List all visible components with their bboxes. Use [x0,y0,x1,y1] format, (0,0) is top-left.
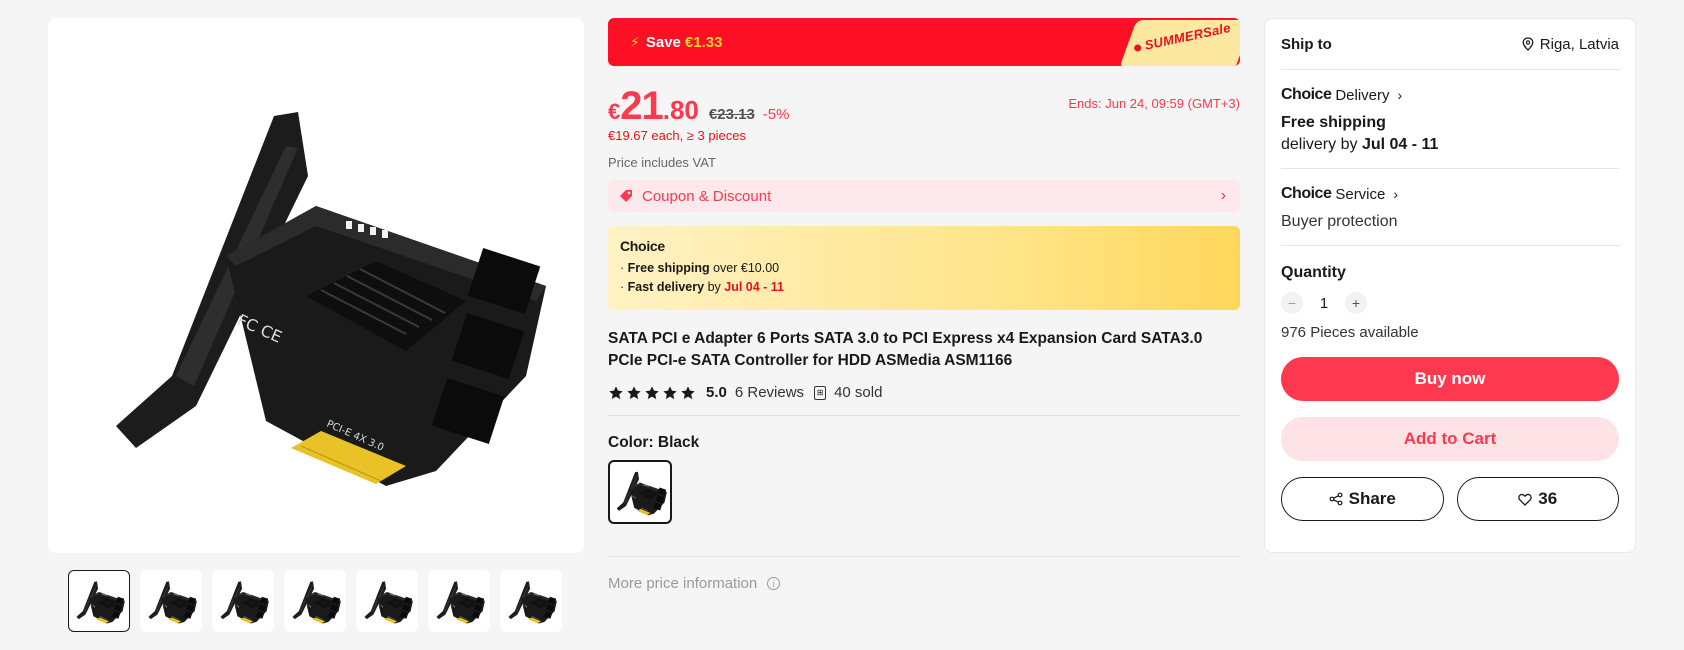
thumbnail-2[interactable] [140,570,202,632]
sold-icon: ⊞ [814,385,827,400]
sale-end-time: Ends: Jun 24, 09:59 (GMT+3) [1068,96,1240,111]
buy-now-button[interactable]: Buy now [1281,357,1619,401]
coupon-label: Coupon & Discount [642,187,772,205]
pieces-available: 976 Pieces available [1281,324,1419,341]
sale-banner: ⚡ Save €1.33 SUMMERSale [608,18,1240,66]
star-icon [627,385,641,399]
ship-to-label: Ship to [1281,35,1332,53]
chevron-right-icon: › [1393,186,1399,202]
coupon-discount-row[interactable]: Coupon & Discount › [608,180,1240,212]
service-section: Choice Service › Buyer protection [1281,169,1619,246]
increment-button[interactable]: + [1345,292,1367,314]
rating-value: 5.0 [706,384,727,401]
thumbnail-7[interactable] [500,570,562,632]
more-price-info[interactable]: More price information i [608,575,1240,592]
choice-service-link[interactable]: Choice Service › [1281,185,1619,203]
tag-icon [620,190,632,202]
save-label: Save [645,33,681,51]
product-card-image [76,76,556,496]
reviews-link[interactable]: 6 Reviews [735,384,804,401]
buyer-protection: Buyer protection [1281,213,1398,230]
choice-benefits-box: Choice · Free shipping over €10.00 · Fas… [608,226,1240,310]
star-rating[interactable] [608,385,696,401]
discount-percent: -5% [762,106,790,123]
product-title: SATA PCI e Adapter 6 Ports SATA 3.0 to P… [608,330,1203,369]
heart-icon [1518,493,1533,506]
delivery-section: Choice Delivery › Free shipping delivery… [1281,70,1619,169]
thumbnail-5[interactable] [356,570,418,632]
ship-to-row[interactable]: Ship to Riga, Latvia [1281,19,1619,70]
swatch-image [612,466,668,518]
action-buttons: Share 36 [1281,477,1619,521]
price-row: €21.80 €23.13 -5% Ends: Jun 24, 09:59 (G… [608,84,1240,128]
thumbnail-3[interactable] [212,570,274,632]
choice-logo: Choice [1281,86,1332,103]
star-icon [681,385,695,399]
share-button[interactable]: Share [1281,477,1444,521]
share-icon [1329,492,1343,506]
divider [608,415,1240,416]
main-product-image[interactable] [48,18,584,553]
vat-note: Price includes VAT [608,155,716,170]
free-shipping-text: Free shipping [1281,114,1386,131]
chevron-right-icon: › [1220,187,1226,204]
divider [608,556,1240,557]
sold-count: 40 sold [834,384,883,401]
rating-row: 5.0 6 Reviews ⊞ 40 sold [608,384,1240,401]
thumbnail-6[interactable] [428,570,490,632]
product-info: ⚡ Save €1.33 SUMMERSale €21.80 €23.13 -5… [608,18,1240,592]
current-price: €21.80 [608,84,699,128]
purchase-panel: Ship to Riga, Latvia Choice Delivery › F… [1264,18,1636,553]
star-icon [663,385,677,399]
quantity-value[interactable]: 1 [1303,295,1345,312]
quantity-section: Quantity − 1 + 976 Pieces available [1281,246,1619,341]
star-icon [609,385,623,399]
choice-fast-delivery: · Fast delivery by Jul 04 - 11 [620,280,785,294]
thumbnail-strip [68,570,562,632]
color-label: Color: Black [608,434,700,451]
choice-logo: Choice [1281,185,1332,202]
thumbnail-4[interactable] [284,570,346,632]
choice-logo: Choice [620,238,665,254]
info-icon: i [767,577,781,590]
choice-free-shipping: · Free shipping over €10.00 [620,261,780,275]
save-amount: €1.33 [684,33,723,51]
decrement-button[interactable]: − [1281,292,1303,314]
quantity-stepper: − 1 + [1281,292,1619,314]
lightning-icon: ⚡ [630,33,640,50]
color-swatch-black[interactable] [608,460,672,524]
location-pin-icon [1522,37,1534,51]
bulk-price: €19.67 each, ≥ 3 pieces [608,128,746,143]
wishlist-button[interactable]: 36 [1456,477,1619,521]
add-to-cart-button[interactable]: Add to Cart [1281,417,1619,461]
thumbnail-1[interactable] [68,570,130,632]
star-icon [645,385,659,399]
chevron-right-icon: › [1397,87,1403,103]
original-price: €23.13 [708,106,755,123]
quantity-label: Quantity [1281,264,1346,281]
delivery-estimate: delivery by Jul 04 - 11 [1281,136,1439,153]
ship-location[interactable]: Riga, Latvia [1522,36,1619,53]
choice-delivery-link[interactable]: Choice Delivery › [1281,86,1619,104]
